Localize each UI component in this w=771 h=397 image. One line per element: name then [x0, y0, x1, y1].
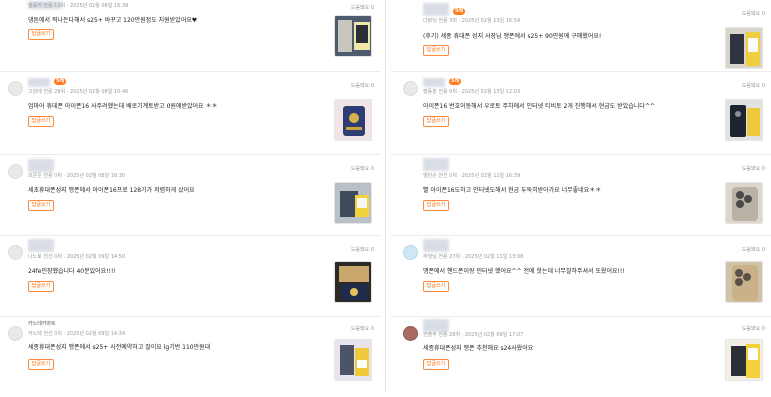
review-photo-thumbnail[interactable]	[334, 99, 372, 141]
review-text: (후기) 세종 휴대폰 성지 사장님 맹폰에서 s25+ 90만원에 구매했어요…	[423, 33, 602, 40]
review-meta: 한솔추 전용 28위 · 2025년 02월 09일 17:07	[423, 332, 524, 338]
level-badge: 5레	[453, 8, 466, 15]
review-text: 엄마어 휴데폰 아이폰16 사주려했는데 배로기계토받고 0원에받았어요 ＊＊	[28, 103, 218, 110]
reply-button[interactable]: 답글쓰기	[28, 116, 54, 127]
avatar	[8, 326, 23, 341]
review-text: 아이폰16 번호이동해서 우로토 주차에서 인터넷 티비토 2개 진행해서 현금…	[423, 103, 655, 110]
review-text: 맹폰에서 핸드폰이랑 인터넷 했어요^^ 전에 핫는데 너무잘하주셔서 또왔어요…	[423, 268, 625, 275]
review-card: 카노테카마트 카노텍 전선 0위 · 2025년 02월 09일 14:34 도…	[0, 317, 380, 397]
reply-button[interactable]: 답글쓰기	[28, 359, 54, 370]
reply-button[interactable]: 답글쓰기	[423, 116, 449, 127]
helpful-count[interactable]: 도움돼요 0	[742, 246, 765, 253]
review-meta: 부엉님 전용 27위 · 2025년 02월 11일 13:08	[423, 254, 524, 260]
review-photo-thumbnail[interactable]	[725, 261, 763, 303]
review-column-left: 셀룰러 전용 13위 · 2025년 02월 08일 16:39 도움돼요 0 …	[0, 0, 380, 397]
helpful-count[interactable]: 도움돼요 0	[351, 165, 374, 172]
helpful-count[interactable]: 도움돼요 0	[351, 82, 374, 89]
review-meta: 모른든 전용 0위 · 2025년 02월 08일 16:30	[28, 173, 126, 179]
review-meta: 카노텍 전선 0위 · 2025년 02월 09일 14:34	[28, 331, 126, 337]
reply-button[interactable]: 답글쓰기	[28, 281, 54, 292]
review-meta: 다랑님 전용 3위 · 2025년 02월 13일 16:54	[423, 18, 521, 24]
helpful-count[interactable]: 도움돼요 0	[742, 10, 765, 17]
helpful-count[interactable]: 도움돼요 0	[742, 82, 765, 89]
avatar	[8, 164, 23, 179]
review-photo-thumbnail[interactable]	[725, 339, 763, 381]
review-text: 댕튼에서 적나든다해서 s25+ 바꾸고 120만원정도 지원받았어요♥	[28, 17, 198, 24]
review-card: 나노토 전선 0위 · 2025년 02월 09일 14:50 도움돼요 0 2…	[0, 236, 380, 317]
review-card: 모른든 전용 0위 · 2025년 02월 08일 16:30 도움돼요 0 세…	[0, 155, 380, 236]
review-column-right: 5레 다랑님 전용 3위 · 2025년 02월 13일 16:54 도움돼요 …	[391, 0, 771, 397]
avatar	[8, 245, 23, 260]
nickname-redacted	[28, 78, 50, 87]
review-text: 24fe인장했습니다 40분있어요!!!!	[28, 268, 116, 275]
column-divider	[385, 0, 386, 393]
review-card: 한솔추 전용 28위 · 2025년 02월 09일 17:07 도움돼요 0 …	[391, 317, 771, 397]
review-card: 5레 고양레 전용 28위 · 2025년 02월 08일 10:46 도움돼요…	[0, 72, 380, 155]
review-photo-thumbnail[interactable]	[334, 261, 372, 303]
level-badge: 5레	[449, 78, 462, 85]
review-meta: 행동분 전용 0위 · 2025년 02월 13일 12:03	[423, 89, 521, 95]
reply-button[interactable]: 답글쓰기	[423, 200, 449, 211]
review-photo-thumbnail[interactable]	[725, 182, 763, 224]
review-card: 셀룰러 전용 13위 · 2025년 02월 08일 16:39 도움돼요 0 …	[0, 0, 380, 72]
reply-button[interactable]: 답글쓰기	[28, 200, 54, 211]
review-card: 5레 행동분 전용 0위 · 2025년 02월 13일 12:03 도움돼요 …	[391, 72, 771, 155]
avatar	[403, 245, 418, 260]
review-text: 빨 아이폰16도하고 인터넷도해서 현금 두둑히받아가요 너무좋네요＊＊	[423, 187, 602, 194]
review-text: 세종휴대폰성지 맹폰에서 s25+ 사전예약하고 잘이요 lg기반 110만원대	[28, 344, 211, 351]
reply-button[interactable]: 답글쓰기	[423, 281, 449, 292]
review-meta: 나노토 전선 0위 · 2025년 02월 09일 14:50	[28, 254, 126, 260]
review-feed: 셀룰러 전용 13위 · 2025년 02월 08일 16:39 도움돼요 0 …	[0, 0, 771, 393]
review-photo-thumbnail[interactable]	[334, 15, 372, 57]
nickname-redacted	[423, 239, 449, 252]
review-photo-thumbnail[interactable]	[334, 182, 372, 224]
review-text: 세종휴대폰성지 맹폰 추천해요 s24사왔어요	[423, 345, 534, 352]
reply-button[interactable]: 답글쓰기	[423, 45, 449, 56]
nickname-redacted	[423, 3, 449, 16]
review-card: 5레 다랑님 전용 3위 · 2025년 02월 13일 16:54 도움돼요 …	[391, 0, 771, 72]
nickname-redacted	[423, 158, 449, 171]
nickname-redacted	[28, 159, 54, 172]
nickname-redacted	[28, 239, 54, 252]
review-photo-thumbnail[interactable]	[334, 339, 372, 381]
nickname-redacted	[423, 78, 445, 87]
helpful-count[interactable]: 도움돼요 0	[351, 246, 374, 253]
review-card: 영탄손 전선 0위 · 2025년 02월 12일 16:39 도움돼요 0 빨…	[391, 155, 771, 236]
avatar	[403, 81, 418, 96]
review-photo-thumbnail[interactable]	[725, 99, 763, 141]
review-meta: 영탄손 전선 0위 · 2025년 02월 12일 16:39	[423, 173, 521, 179]
reply-button[interactable]: 답글쓰기	[28, 29, 54, 40]
level-badge: 5레	[54, 78, 67, 85]
review-meta: 고양레 전용 28위 · 2025년 02월 08일 10:46	[28, 89, 129, 95]
helpful-count[interactable]: 도움돼요 0	[351, 325, 374, 332]
review-photo-thumbnail[interactable]	[725, 27, 763, 69]
avatar	[8, 81, 23, 96]
review-card: 부엉님 전용 27위 · 2025년 02월 11일 13:08 도움돼요 0 …	[391, 236, 771, 317]
review-meta: 셀룰러 전용 13위 · 2025년 02월 08일 16:39	[28, 3, 129, 9]
helpful-count[interactable]: 도움돼요 0	[742, 165, 765, 172]
avatar	[403, 326, 418, 341]
review-text: 세초휴대폰성지 맹폰에서 아이폰16프로 128기가 저렴하게 샀어요	[28, 187, 195, 194]
reply-button[interactable]: 답글쓰기	[423, 359, 449, 370]
helpful-count[interactable]: 도움돼요 0	[742, 325, 765, 332]
nickname: 카노테카마트	[28, 321, 56, 327]
helpful-count[interactable]: 도움돼요 0	[351, 4, 374, 11]
